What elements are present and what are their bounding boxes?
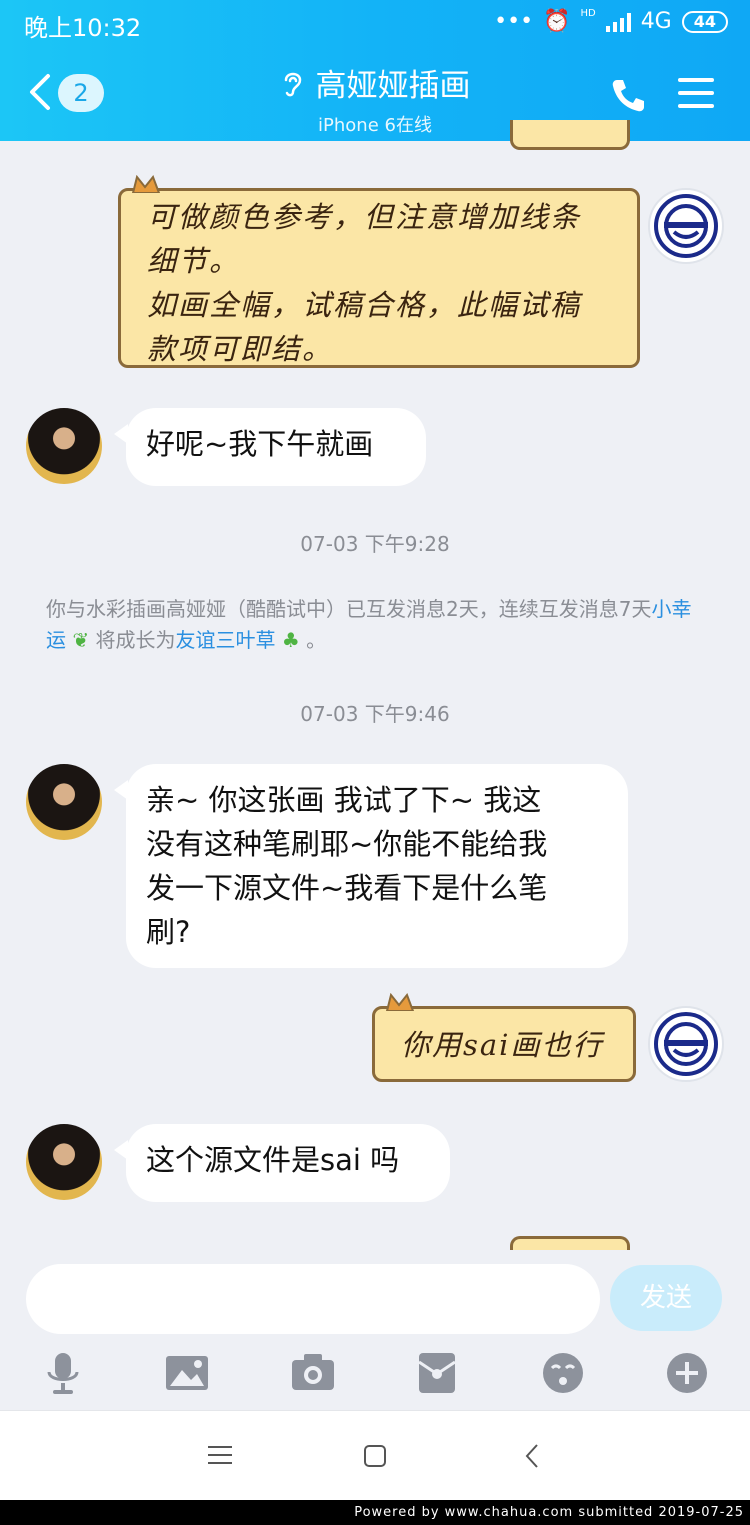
message-line: 如画全幅，试稿合格，此幅试稿 [147, 288, 582, 322]
cat-ears-icon [131, 175, 161, 193]
message-text: 好呢~我下午就画 [146, 427, 374, 461]
clover-icon: ♣ [275, 628, 307, 652]
message-line: 刷? [146, 915, 191, 949]
message-line: 发一下源文件~我看下是什么笔 [146, 871, 548, 905]
message-input[interactable] [26, 1264, 600, 1334]
timestamp: 07-03 下午9:28 [300, 532, 450, 556]
message-line: 亲~ 你这张画 我试了下~ 我这 [146, 783, 542, 817]
timestamp: 07-03 下午9:46 [300, 702, 450, 726]
cat-ears-icon [385, 993, 415, 1011]
message-text: 这个源文件是sai 吗 [146, 1143, 400, 1177]
red-packet-icon[interactable] [414, 1350, 460, 1396]
alarm-icon: ⏰ [543, 9, 571, 34]
sticky-message[interactable]: 你用sai画也行 [372, 993, 636, 1082]
my-avatar[interactable] [648, 188, 724, 264]
phone-icon[interactable] [608, 76, 648, 116]
sticky-message[interactable]: 可做颜色参考，但注意增加线条 细节。 如画全幅，试稿合格，此幅试稿 款项可即结。 [118, 175, 640, 368]
more-dots-icon: ••• [494, 9, 534, 34]
battery-indicator: 44 [681, 10, 728, 33]
logo-avatar-icon [654, 194, 718, 258]
plus-icon[interactable] [664, 1350, 710, 1396]
input-area: 发送 [0, 1250, 750, 1410]
previous-sticky-message [510, 120, 630, 150]
chat-header: 晚上10:32 ••• ⏰ HD 4G 44 2 高娅娅插画 iPhone 6在… [0, 0, 750, 141]
back-nav-icon[interactable] [524, 1443, 540, 1469]
message-line: 可做颜色参考，但注意增加线条 [147, 200, 582, 234]
recent-apps-icon[interactable] [208, 1445, 232, 1465]
message-bubble[interactable]: 亲~ 你这张画 我试了下~ 我这 没有这种笔刷耶~你能不能给我 发一下源文件~我… [114, 764, 628, 968]
network-label: 4G [640, 9, 672, 34]
status-icons: ••• ⏰ HD 4G 44 [494, 8, 728, 34]
message-bubble[interactable]: 这个源文件是sai 吗 [114, 1124, 450, 1202]
sprout-icon: ❦ [66, 628, 96, 652]
message-text: 你用sai画也行 [401, 1028, 604, 1062]
watermark-footer: Powered by www.chahua.com submitted 2019… [0, 1500, 750, 1525]
contact-avatar[interactable] [26, 764, 102, 840]
message-line: 没有这种笔刷耶~你能不能给我 [146, 827, 548, 861]
message-bubble[interactable]: 好呢~我下午就画 [114, 408, 426, 486]
contact-avatar[interactable] [26, 408, 102, 484]
system-nav-bar [0, 1410, 750, 1500]
signal-icon [605, 12, 631, 32]
status-time: 晚上10:32 [24, 14, 142, 42]
image-icon[interactable] [164, 1350, 210, 1396]
chat-title: 高娅娅插画 [315, 68, 471, 104]
message-line: 款项可即结。 [147, 332, 334, 366]
system-message: 你与水彩插画高娅娅（酷酷试中）已互发消息2天，连续互发消息7天小幸运 ❦ 将成长… [46, 597, 692, 652]
hd-label: HD [580, 8, 596, 19]
link-friendship-clover[interactable]: 友谊三叶草 [175, 628, 275, 652]
status-bar: 晚上10:32 ••• ⏰ HD 4G 44 [0, 0, 750, 48]
camera-icon[interactable] [290, 1350, 336, 1396]
emoji-icon[interactable] [540, 1350, 586, 1396]
send-button[interactable]: 发送 [610, 1265, 722, 1331]
ear-icon [284, 72, 301, 96]
message-line: 细节。 [147, 244, 241, 278]
microphone-icon[interactable] [40, 1350, 86, 1396]
logo-avatar-icon [654, 1012, 718, 1076]
menu-icon[interactable] [678, 78, 714, 108]
my-avatar[interactable] [648, 1006, 724, 1082]
home-icon[interactable] [363, 1444, 387, 1468]
contact-avatar[interactable] [26, 1124, 102, 1200]
